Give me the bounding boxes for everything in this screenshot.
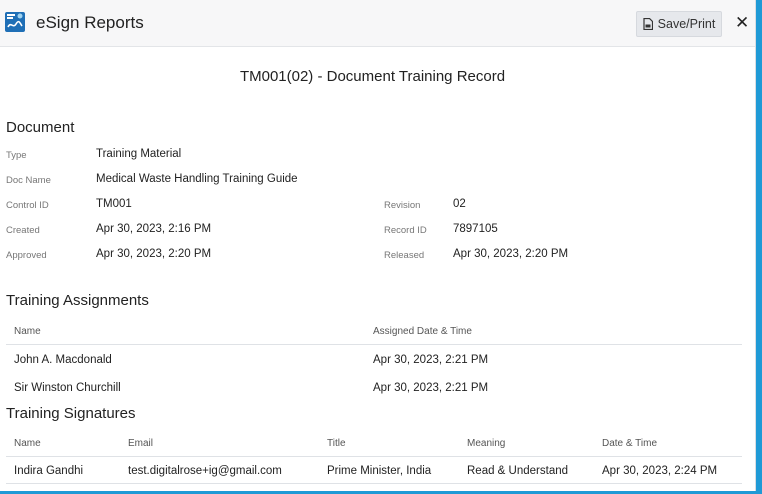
assignments-section-title: Training Assignments — [6, 292, 149, 309]
doc-name-value: Medical Waste Handling Training Guide — [96, 173, 298, 185]
created-value: Apr 30, 2023, 2:16 PM — [96, 223, 212, 235]
app-title: eSign Reports — [36, 13, 144, 32]
approved-value: Apr 30, 2023, 2:20 PM — [96, 248, 212, 260]
signatures-col-datetime: Date & Time — [602, 438, 658, 449]
signature-email: test.digitalrose+ig@gmail.com — [128, 465, 282, 477]
signatures-col-title: Title — [327, 438, 346, 449]
approved-label: Approved — [6, 250, 47, 261]
assignments-header-rule — [6, 344, 742, 345]
assignment-name: Sir Winston Churchill — [14, 382, 121, 394]
save-print-button[interactable]: Save/Print — [636, 11, 722, 37]
signatures-section-title: Training Signatures — [6, 405, 136, 422]
document-section-title: Document — [6, 119, 75, 136]
revision-label: Revision — [384, 200, 421, 211]
signatures-col-name: Name — [14, 438, 41, 449]
record-id-label: Record ID — [384, 225, 427, 236]
document-icon — [643, 18, 653, 30]
signature-meaning: Read & Understand — [467, 465, 569, 477]
record-heading: TM001(02) - Document Training Record — [239, 68, 506, 85]
created-label: Created — [6, 225, 40, 236]
close-icon[interactable]: ✕ — [735, 14, 749, 31]
report-window: eSign Reports Save/Print ✕ TM001(02) - D… — [0, 0, 756, 491]
released-value: Apr 30, 2023, 2:20 PM — [453, 248, 569, 260]
control-id-value: TM001 — [96, 198, 132, 210]
assignments-col-name: Name — [14, 326, 41, 337]
type-label: Type — [6, 150, 27, 161]
record-id-value: 7897105 — [453, 223, 498, 235]
signature-title: Prime Minister, India — [327, 465, 432, 477]
doc-name-label: Doc Name — [6, 175, 51, 186]
type-value: Training Material — [96, 148, 182, 160]
signatures-header-rule — [6, 456, 742, 457]
assignment-name: John A. Macdonald — [14, 354, 112, 366]
signatures-row-rule — [6, 483, 742, 484]
signature-name: Indira Gandhi — [14, 465, 84, 477]
signature-datetime: Apr 30, 2023, 2:24 PM — [602, 465, 718, 477]
esign-report-icon — [4, 11, 26, 33]
revision-value: 02 — [453, 198, 466, 210]
signatures-col-meaning: Meaning — [467, 438, 506, 449]
assignment-datetime: Apr 30, 2023, 2:21 PM — [373, 354, 489, 366]
signatures-col-email: Email — [128, 438, 154, 449]
assignments-col-assigned: Assigned Date & Time — [373, 326, 472, 337]
title-bar: eSign Reports Save/Print ✕ — [0, 0, 755, 47]
save-print-label: Save/Print — [657, 17, 716, 31]
window-accent-edge — [756, 0, 762, 494]
control-id-label: Control ID — [6, 200, 49, 211]
released-label: Released — [384, 250, 425, 261]
assignment-datetime: Apr 30, 2023, 2:21 PM — [373, 382, 489, 394]
